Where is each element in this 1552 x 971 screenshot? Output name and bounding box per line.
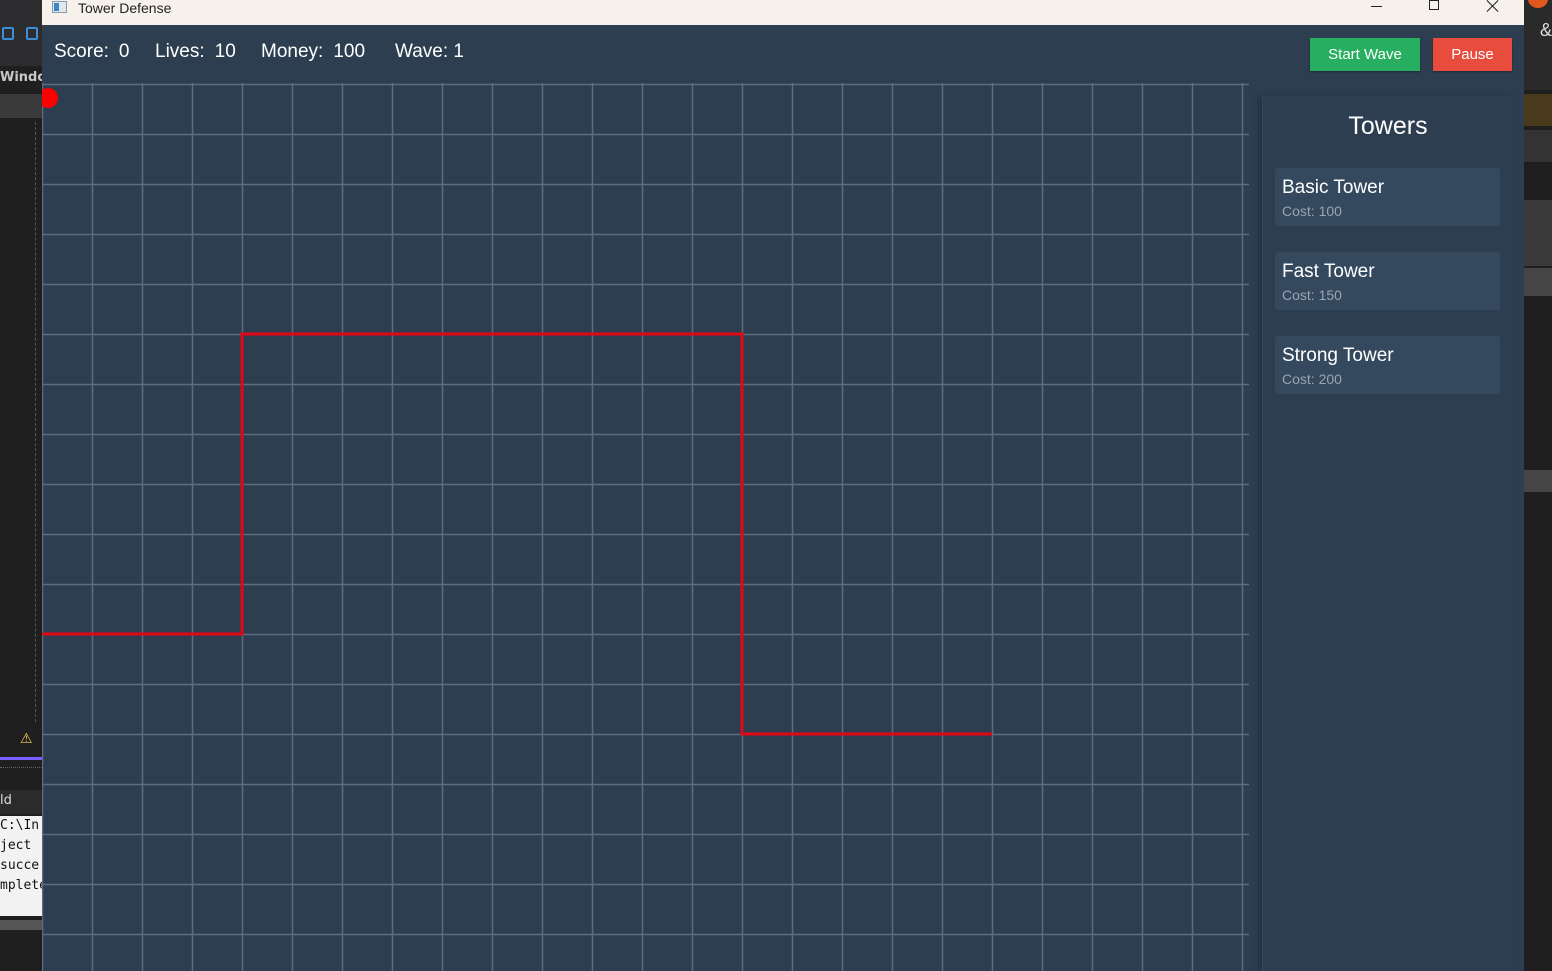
background-row (1524, 94, 1552, 126)
background-row (1524, 268, 1552, 296)
lives-label: Lives: (155, 41, 205, 62)
enemy-unit (42, 88, 58, 108)
ide-guide-line (35, 122, 36, 722)
game-canvas[interactable] (42, 83, 1249, 971)
maximize-button[interactable] (1412, 0, 1458, 25)
start-wave-button[interactable]: Start Wave (1310, 38, 1420, 71)
tower-name: Strong Tower (1282, 345, 1394, 366)
money-label: Money: (261, 41, 324, 62)
tower-card-basic[interactable]: Basic Tower Cost: 100 (1275, 168, 1500, 226)
background-row (1524, 200, 1552, 266)
minimize-button[interactable] (1353, 0, 1399, 25)
ide-bar (0, 94, 42, 118)
towers-panel-title: Towers (1348, 112, 1428, 140)
ide-output-tab: ld (0, 790, 42, 814)
tower-cost: Cost: 150 (1282, 287, 1342, 303)
console-line: succe (0, 858, 40, 873)
app-icon (52, 1, 67, 13)
ide-output-tab-label: ld (0, 793, 12, 808)
link-glyph: & (1540, 20, 1552, 40)
score-label: Score: (54, 41, 109, 62)
console-line: ject ' (0, 838, 42, 853)
window-title: Tower Defense (78, 0, 172, 16)
hud-bar: Score: 0 Lives: 10 Money: 100 Wave: 1 Start… (42, 25, 1524, 83)
background-ide-left: Windo ⚠ ld C:\In ject ' succe mplete (0, 0, 42, 971)
app-window: Tower Defense Score: 0 Lives: 10 Money: 100… (42, 0, 1524, 971)
grid-lines (42, 83, 1249, 971)
tower-name: Fast Tower (1282, 261, 1375, 282)
console-line: mplete (0, 878, 42, 893)
pause-button[interactable]: Pause (1433, 38, 1512, 71)
background-panel (1524, 0, 1552, 90)
tower-card-strong[interactable]: Strong Tower Cost: 200 (1275, 336, 1500, 394)
ide-accent-line (0, 757, 42, 760)
tower-name: Basic Tower (1282, 177, 1385, 198)
save-all-icon (26, 27, 38, 40)
ide-menu-window: Windo (0, 70, 42, 85)
title-bar[interactable]: Tower Defense (42, 0, 1524, 25)
money-value: 100 (333, 41, 366, 62)
lives-display: Lives: 10 (155, 41, 236, 63)
ide-splitter (0, 767, 42, 774)
wave-value: 1 (453, 41, 464, 62)
wave-display: Wave: 1 (395, 41, 464, 63)
background-app-right: & (1524, 0, 1552, 971)
towers-panel: Towers Basic Tower Cost: 100 Fast Tower … (1262, 96, 1513, 971)
ide-console: C:\In ject ' succe mplete (0, 816, 42, 916)
console-line: C:\In (0, 818, 40, 833)
score-value: 0 (118, 41, 130, 62)
tower-cost: Cost: 100 (1282, 203, 1342, 219)
close-button[interactable] (1470, 0, 1516, 25)
background-row (1524, 470, 1552, 492)
tower-cost: Cost: 200 (1282, 371, 1342, 387)
ide-scrollbar (0, 920, 42, 930)
background-dropdown (1524, 130, 1552, 278)
game-board[interactable] (42, 83, 1249, 971)
warning-icon: ⚠ (20, 730, 33, 746)
score-display: Score: 0 (54, 41, 130, 63)
lives-value: 10 (214, 41, 236, 62)
wave-label: Wave: (395, 41, 449, 62)
tower-card-fast[interactable]: Fast Tower Cost: 150 (1275, 252, 1500, 310)
save-icon (2, 27, 14, 40)
money-display: Money: 100 (261, 41, 365, 63)
